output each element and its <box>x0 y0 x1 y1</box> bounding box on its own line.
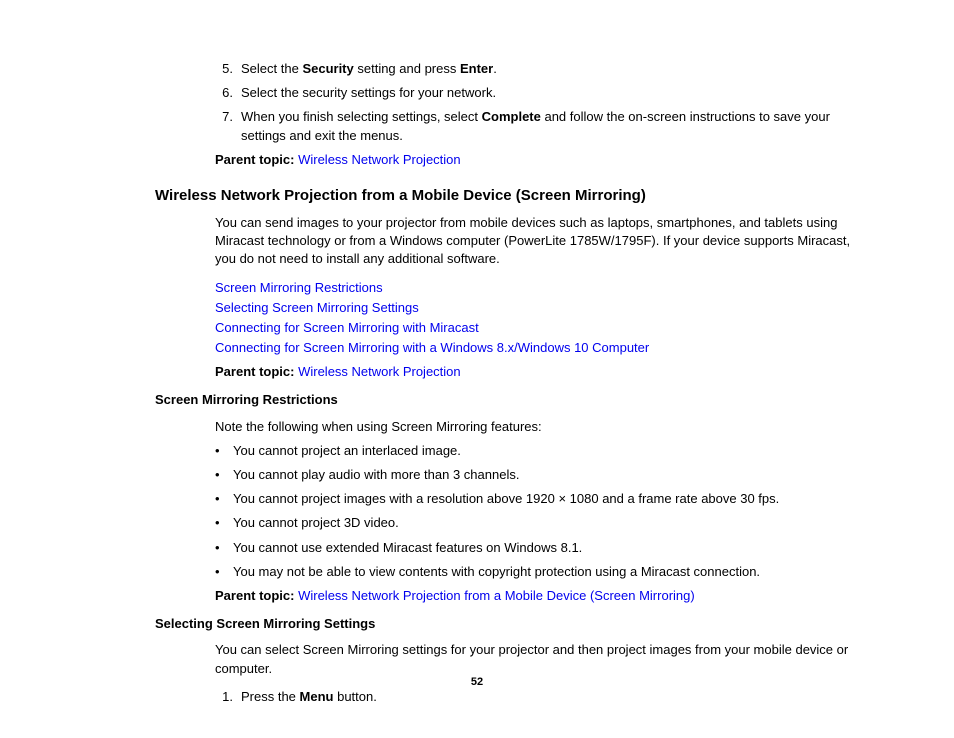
bullet-text: You may not be able to view contents wit… <box>233 563 854 581</box>
bullet-icon: • <box>215 466 233 484</box>
parent-topic-link[interactable]: Wireless Network Projection from a Mobil… <box>298 588 695 603</box>
step-number: 6. <box>215 84 241 102</box>
section-heading: Wireless Network Projection from a Mobil… <box>155 185 854 206</box>
bullet-icon: • <box>215 563 233 581</box>
ordered-steps-list-2: 1. Press the Menu button. <box>215 688 854 706</box>
step-number: 1. <box>215 688 241 706</box>
topic-link[interactable]: Connecting for Screen Mirroring with Mir… <box>215 320 479 335</box>
step-text: When you finish selecting settings, sele… <box>241 108 854 144</box>
parent-topic-2: Parent topic: Wireless Network Projectio… <box>215 363 854 381</box>
bullet-text: You cannot play audio with more than 3 c… <box>233 466 854 484</box>
topic-link[interactable]: Selecting Screen Mirroring Settings <box>215 300 419 315</box>
intro-paragraph: You can select Screen Mirroring settings… <box>215 641 854 677</box>
bullet-item: • You cannot project images with a resol… <box>215 490 854 508</box>
parent-topic-label: Parent topic: <box>215 588 294 603</box>
intro-paragraph: You can send images to your projector fr… <box>215 214 854 269</box>
page-number: 52 <box>0 675 954 690</box>
step-number: 7. <box>215 108 241 144</box>
bullet-item: • You cannot project 3D video. <box>215 514 854 532</box>
bullet-text: You cannot project 3D video. <box>233 514 854 532</box>
bullet-item: • You cannot use extended Miracast featu… <box>215 539 854 557</box>
step-text: Select the security settings for your ne… <box>241 84 854 102</box>
bullet-text: You cannot project an interlaced image. <box>233 442 854 460</box>
bullet-item: • You may not be able to view contents w… <box>215 563 854 581</box>
parent-topic-link[interactable]: Wireless Network Projection <box>298 364 461 379</box>
ordered-steps-list: 5. Select the Security setting and press… <box>215 60 854 145</box>
bullet-text: You cannot use extended Miracast feature… <box>233 539 854 557</box>
subsection-heading: Screen Mirroring Restrictions <box>155 391 854 409</box>
bullet-text: You cannot project images with a resolut… <box>233 490 854 508</box>
parent-topic-label: Parent topic: <box>215 152 294 167</box>
step-number: 5. <box>215 60 241 78</box>
bullet-icon: • <box>215 514 233 532</box>
subsection-heading: Selecting Screen Mirroring Settings <box>155 615 854 633</box>
bullet-icon: • <box>215 539 233 557</box>
step-item: 6. Select the security settings for your… <box>215 84 854 102</box>
step-item: 7. When you finish selecting settings, s… <box>215 108 854 144</box>
note-text: Note the following when using Screen Mir… <box>215 418 854 436</box>
bullet-icon: • <box>215 490 233 508</box>
step-item: 1. Press the Menu button. <box>215 688 854 706</box>
step-text: Press the Menu button. <box>241 688 854 706</box>
bullet-item: • You cannot play audio with more than 3… <box>215 466 854 484</box>
topic-link[interactable]: Screen Mirroring Restrictions <box>215 280 383 295</box>
step-item: 5. Select the Security setting and press… <box>215 60 854 78</box>
bullet-item: • You cannot project an interlaced image… <box>215 442 854 460</box>
parent-topic-1: Parent topic: Wireless Network Projectio… <box>215 151 854 169</box>
bullet-icon: • <box>215 442 233 460</box>
restrictions-list: • You cannot project an interlaced image… <box>215 442 854 581</box>
topic-links-list: Screen Mirroring Restrictions Selecting … <box>215 279 854 358</box>
step-text: Select the Security setting and press En… <box>241 60 854 78</box>
parent-topic-label: Parent topic: <box>215 364 294 379</box>
topic-link[interactable]: Connecting for Screen Mirroring with a W… <box>215 340 649 355</box>
parent-topic-link[interactable]: Wireless Network Projection <box>298 152 461 167</box>
parent-topic-3: Parent topic: Wireless Network Projectio… <box>215 587 854 605</box>
